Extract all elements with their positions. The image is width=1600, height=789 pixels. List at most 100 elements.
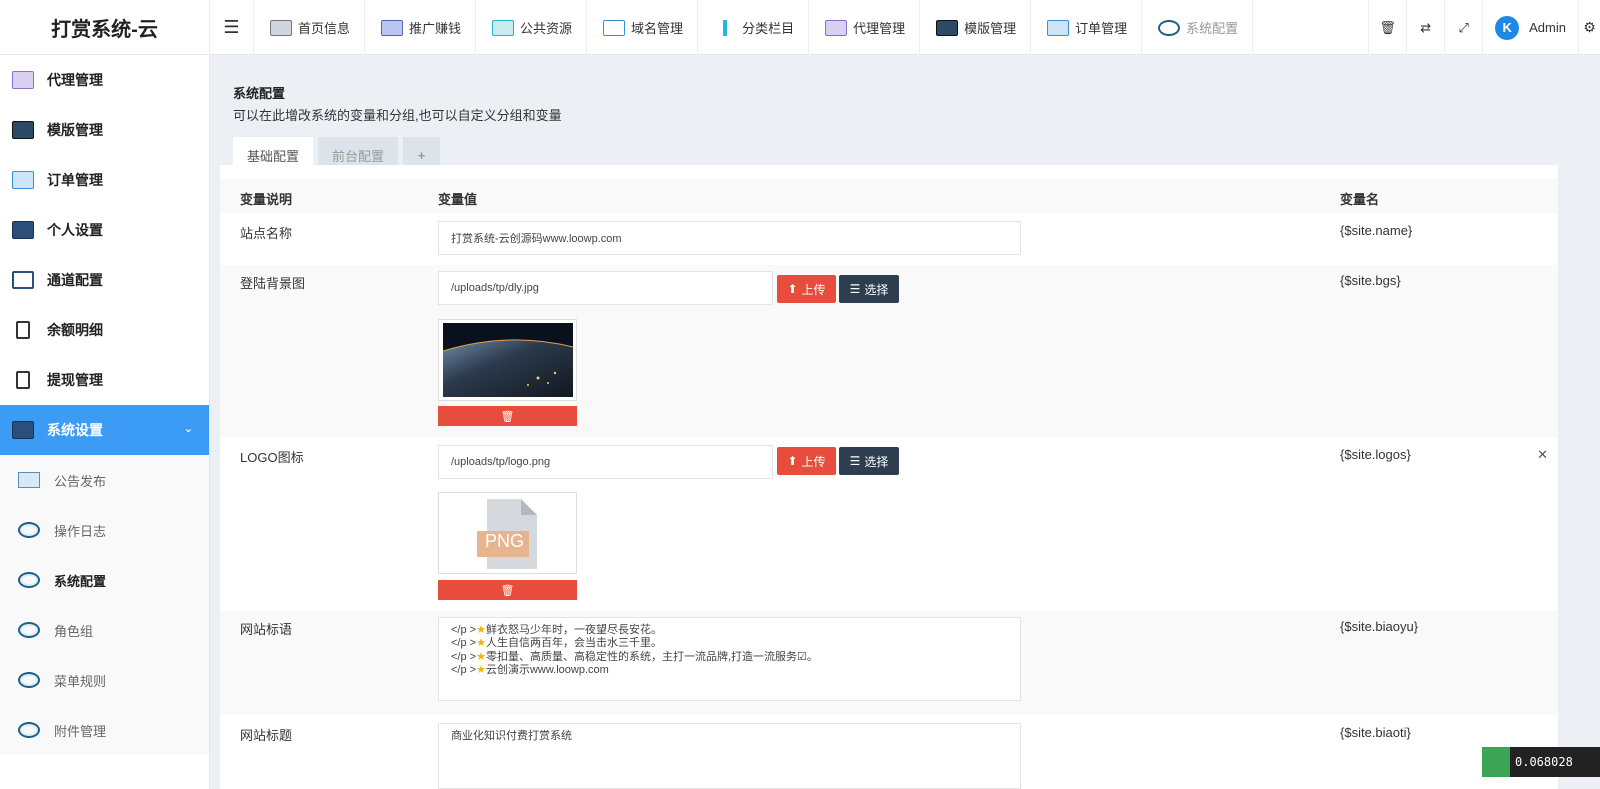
- sidebar-subitem-role-group[interactable]: 角色组: [0, 605, 209, 655]
- row-label: LOGO图标: [240, 450, 304, 465]
- site-name-field[interactable]: 打赏系统-云创源码www.loowp.com: [438, 221, 1021, 255]
- logo-path-field[interactable]: /uploads/tp/logo.png: [438, 445, 773, 479]
- notice-icon: [18, 472, 40, 488]
- sidebar-subitem-notice[interactable]: 公告发布: [0, 455, 209, 505]
- row-label: 登陆背景图: [240, 276, 306, 291]
- topnav-label: 推广赚钱: [409, 21, 462, 36]
- logo-select-button[interactable]: ☰ 选择: [839, 447, 899, 475]
- upload-label: 上传: [801, 454, 826, 469]
- trash-icon[interactable]: 🗑: [1368, 0, 1406, 55]
- app-logo-title[interactable]: 打赏系统-云: [0, 0, 210, 55]
- sidebar-item-label: 订单管理: [47, 172, 103, 188]
- site-title-textarea[interactable]: 商业化知识付费打赏系统: [438, 723, 1021, 789]
- sidebar-item-withdraw[interactable]: 提现管理: [0, 355, 209, 405]
- bg-select-button[interactable]: ☰ 选择: [839, 275, 899, 303]
- load-time-badge: 0.068028: [1482, 747, 1600, 789]
- topnav-item-home[interactable]: 首页信息: [254, 0, 366, 55]
- translate-icon[interactable]: ⇄: [1406, 0, 1444, 55]
- slogan-text: 零扣量、高质量、高稳定性的系统，主打一流品牌,打造一流服务☑。: [485, 650, 818, 663]
- bg-image-preview: [438, 319, 577, 401]
- speed-logo-icon: [1482, 747, 1510, 777]
- star-icon: ★: [476, 637, 486, 650]
- order-icon: [12, 171, 34, 189]
- star-icon: ★: [476, 664, 486, 677]
- table-row: 站点名称 打赏系统-云创源码www.loowp.com {$site.name}: [220, 213, 1558, 265]
- sidebar-item-label: 代理管理: [47, 72, 103, 88]
- html-tag-text: </p >: [451, 650, 477, 663]
- page-header: 系统配置 可以在此增改系统的变量和分组,也可以自定义分组和变量 基础配置 前台配…: [220, 69, 1558, 174]
- sidebar-subitem-label: 角色组: [54, 623, 94, 639]
- slogan-text: 鲜衣怒马少年时，一夜望尽長安花。: [485, 624, 662, 636]
- select-label: 选择: [864, 282, 889, 297]
- topnav-label: 公共资源: [520, 21, 573, 36]
- resources-icon: [492, 19, 515, 36]
- sidebar-item-label: 提现管理: [47, 372, 103, 388]
- user-menu[interactable]: K Admin: [1482, 0, 1578, 55]
- trash-icon: 🗑: [500, 410, 515, 423]
- html-tag-text: </p >: [451, 637, 477, 650]
- top-bar: 打赏系统-云 ☰ 首页信息 推广赚钱 公共资源 域名管理 分类栏目 代理管理 模…: [0, 0, 1600, 55]
- topnav-item-system-config[interactable]: 系统配置: [1142, 0, 1254, 55]
- main-content: 系统配置 可以在此增改系统的变量和分组,也可以自定义分组和变量 基础配置 前台配…: [220, 69, 1558, 789]
- slogan-textarea[interactable]: </p >★鲜衣怒马少年时，一夜望尽長安花。 </p >★人生自信两百年，会当击…: [438, 617, 1021, 701]
- topnav-label: 模版管理: [964, 21, 1017, 36]
- fullscreen-icon[interactable]: ⤢: [1444, 0, 1482, 55]
- sidebar-item-order[interactable]: 订单管理: [0, 155, 209, 205]
- list-icon: ☰: [849, 454, 861, 468]
- topnav-item-promote[interactable]: 推广赚钱: [365, 0, 477, 55]
- logo-image-preview: PNG: [438, 492, 577, 574]
- load-time-value: 0.068028: [1510, 747, 1600, 777]
- settings-window-icon: [12, 421, 34, 439]
- sidebar-item-template[interactable]: 模版管理: [0, 105, 209, 155]
- template-icon: [936, 19, 959, 36]
- slogan-line: </p >★零扣量、高质量、高稳定性的系统，主打一流品牌,打造一流服务☑。: [451, 651, 1008, 664]
- row-var-name: {$site.name}: [1340, 223, 1413, 238]
- bg-upload-button[interactable]: ⬆ 上传: [777, 275, 836, 303]
- sidebar-item-label: 个人设置: [47, 222, 103, 238]
- column-header-value: 变量值: [438, 192, 478, 207]
- topnav-item-category[interactable]: 分类栏目: [698, 0, 810, 55]
- sidebar-item-channel[interactable]: 通道配置: [0, 255, 209, 305]
- row-label: 站点名称: [240, 226, 293, 241]
- bg-image-path-field[interactable]: /uploads/tp/dly.jpg: [438, 271, 773, 305]
- topnav-item-resources[interactable]: 公共资源: [476, 0, 588, 55]
- logo-upload-button[interactable]: ⬆ 上传: [777, 447, 836, 475]
- sidebar-subitem-label: 菜单规则: [54, 673, 107, 689]
- menu-toggle-icon[interactable]: ☰: [210, 0, 254, 55]
- slogan-line: </p >★鲜衣怒马少年时，一夜望尽長安花。: [451, 624, 1008, 637]
- upload-icon: ⬆: [787, 454, 798, 468]
- template-icon: [12, 121, 34, 139]
- user-name: Admin: [1529, 20, 1566, 35]
- topnav-item-agent[interactable]: 代理管理: [809, 0, 921, 55]
- sidebar-subitem-menu-rules[interactable]: 菜单规则: [0, 655, 209, 705]
- table-row: 网站标题 商业化知识付费打赏系统 {$site.biaoti}: [220, 715, 1558, 789]
- sidebar-subitem-system-config[interactable]: 系统配置: [0, 555, 209, 605]
- sidebar-item-balance[interactable]: 余额明细: [0, 305, 209, 355]
- topnav-item-domain[interactable]: 域名管理: [587, 0, 699, 55]
- slogan-line: </p >★云创演示www.loowp.com: [451, 664, 1008, 677]
- sidebar-item-system-settings[interactable]: 系统设置 ⌄: [0, 405, 209, 455]
- row-var-name: {$site.biaoyu}: [1340, 619, 1419, 634]
- bg-delete-button[interactable]: 🗑: [438, 406, 577, 426]
- row-var-name: {$site.bgs}: [1340, 273, 1401, 288]
- agent-icon: [825, 19, 848, 36]
- sidebar-subitem-log[interactable]: 操作日志: [0, 505, 209, 555]
- sidebar-item-label: 余额明细: [47, 322, 103, 338]
- sidebar-subitem-label: 系统配置: [54, 573, 107, 589]
- sidebar: 代理管理 模版管理 订单管理 个人设置 通道配置 余额明细 提现管理 系统设置 ⌄…: [0, 55, 210, 789]
- table-row: 登陆背景图 /uploads/tp/dly.jpg ⬆ 上传 ☰ 选择 🗑 {$…: [220, 265, 1558, 437]
- select-label: 选择: [864, 454, 889, 469]
- logo-delete-button[interactable]: 🗑: [438, 580, 577, 600]
- close-icon[interactable]: ✕: [1537, 447, 1548, 463]
- gear-icon[interactable]: ⚙: [1578, 0, 1600, 55]
- ring-icon: [18, 572, 40, 588]
- topnav-item-order[interactable]: 订单管理: [1031, 0, 1143, 55]
- channel-icon: [12, 271, 34, 289]
- sidebar-subitem-attachments[interactable]: 附件管理: [0, 705, 209, 755]
- row-label: 网站标题: [240, 728, 293, 743]
- row-var-name: {$site.logos}: [1340, 447, 1411, 462]
- html-tag-text: </p >: [451, 624, 477, 636]
- topnav-item-template[interactable]: 模版管理: [920, 0, 1032, 55]
- sidebar-item-profile[interactable]: 个人设置: [0, 205, 209, 255]
- sidebar-item-agent[interactable]: 代理管理: [0, 55, 209, 105]
